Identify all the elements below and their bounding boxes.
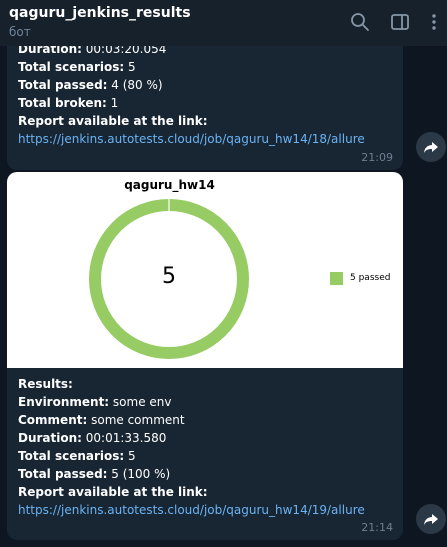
legend-label-passed: 5 passed <box>350 273 391 283</box>
forward-button[interactable] <box>416 132 446 162</box>
report-link[interactable]: https://jenkins.autotests.cloud/job/qagu… <box>18 130 365 148</box>
message-row: Total passed: 5 (100 %) <box>18 467 171 481</box>
message-row: Total passed: 4 (80 %) <box>18 78 163 92</box>
forward-icon <box>424 142 438 153</box>
more-icon[interactable] <box>424 12 444 32</box>
message-row: Duration: 00:01:33.580 <box>18 431 167 445</box>
legend-swatch-passed <box>330 272 343 285</box>
message-row: Report available at the link: <box>18 114 208 128</box>
message-row: Total broken: 1 <box>18 96 119 110</box>
message-row: Comment: some comment <box>18 413 185 427</box>
donut-chart <box>89 198 249 359</box>
message-bubble-2: qaguru_hw14 5 5 passed Results: Environm… <box>7 172 403 540</box>
message-bubble-1: Duration: 00:03:20.054 Total scenarios: … <box>7 32 403 170</box>
message-row: Environment: some env <box>18 395 172 409</box>
sidebar-panel-icon[interactable] <box>390 12 410 32</box>
message-time: 21:14 <box>361 521 393 534</box>
report-link[interactable]: https://jenkins.autotests.cloud/job/qagu… <box>18 501 365 519</box>
forward-icon <box>424 514 438 525</box>
chart-image[interactable]: qaguru_hw14 5 5 passed <box>7 172 403 368</box>
message-time: 21:09 <box>361 151 393 164</box>
chat-subtitle: бот <box>9 25 31 39</box>
forward-button[interactable] <box>416 504 446 534</box>
chart-center-value: 5 <box>162 264 176 289</box>
chat-title[interactable]: qaguru_jenkins_results <box>9 5 191 21</box>
chat-header: qaguru_jenkins_results бот <box>0 0 447 46</box>
message-row: Total scenarios: 5 <box>18 449 136 463</box>
message-row: Results: <box>18 377 73 391</box>
search-icon[interactable] <box>350 12 370 32</box>
message-row: Total scenarios: 5 <box>18 60 136 74</box>
message-row: Report available at the link: <box>18 485 208 499</box>
